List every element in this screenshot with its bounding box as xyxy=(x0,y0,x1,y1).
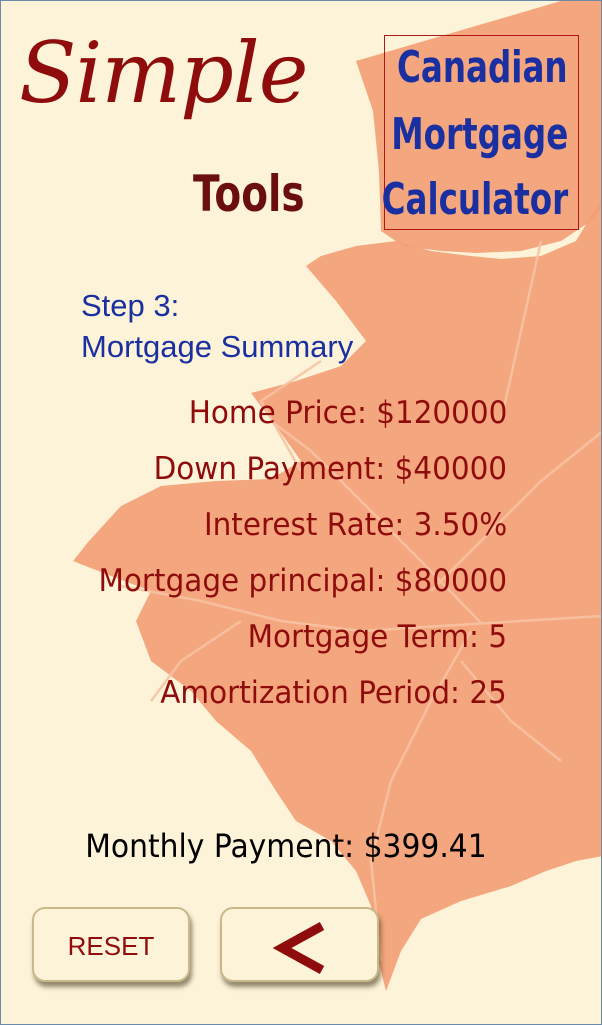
brand-tools-text: Tools xyxy=(193,165,305,223)
app-title-box: Canadian Mortgage Calculator xyxy=(381,35,579,230)
mortgage-principal-value: Mortgage principal: $80000 xyxy=(98,563,507,599)
brand-simple-text: Simple xyxy=(19,24,308,122)
app-title-line2: Mortgage xyxy=(390,109,568,160)
amortization-period-value: Amortization Period: 25 xyxy=(160,675,507,711)
mortgage-term-value: Mortgage Term: 5 xyxy=(247,619,507,655)
app-title-line3: Calculator xyxy=(381,174,568,225)
app-title-line1: Canadian xyxy=(397,42,568,93)
interest-rate-value: Interest Rate: 3.50% xyxy=(203,507,507,543)
home-price-value: Home Price: $120000 xyxy=(188,395,507,431)
step-heading: Step 3: Mortgage Summary xyxy=(81,285,353,367)
down-payment-value: Down Payment: $40000 xyxy=(153,451,507,487)
chevron-left-icon xyxy=(272,922,325,974)
reset-button[interactable]: RESET xyxy=(32,907,190,982)
step-title: Mortgage Summary xyxy=(81,329,354,364)
app-screen: Simple Tools Canadian Mortgage Calculato… xyxy=(0,0,602,1025)
monthly-payment-result: Monthly Payment: $399.41 xyxy=(85,827,487,865)
reset-button-label: RESET xyxy=(67,931,155,961)
back-button[interactable] xyxy=(220,907,379,982)
step-label: Step 3: xyxy=(81,288,180,323)
